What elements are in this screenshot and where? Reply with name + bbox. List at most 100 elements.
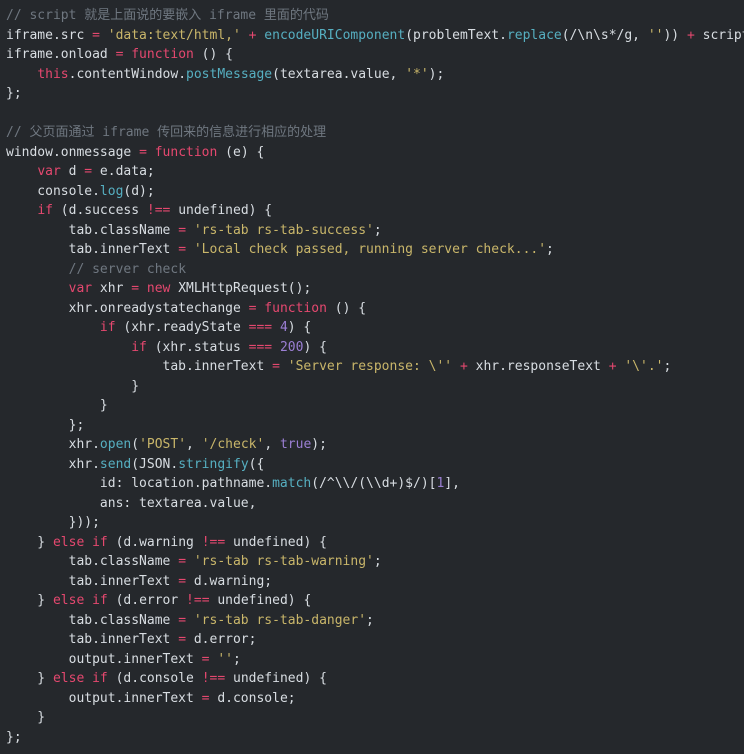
- code-token-pln: e.data;: [92, 164, 155, 179]
- code-token-pln: tab.className: [6, 612, 179, 628]
- code-line[interactable]: console.log(d);: [6, 182, 744, 202]
- code-token-pln: ,: [186, 437, 202, 452]
- code-line[interactable]: iframe.src = 'data:text/html,' + encodeU…: [6, 26, 744, 46]
- code-token-pln: [6, 67, 37, 82]
- code-token-fn: replace: [506, 27, 562, 43]
- code-token-op: =: [139, 144, 147, 160]
- code-token-str: '': [647, 27, 664, 43]
- code-token-pln: [6, 262, 69, 277]
- code-token-pln: (/\n\s*/g,: [561, 27, 648, 43]
- code-token-pln: ans: textarea.value,: [6, 495, 257, 511]
- code-token-fn: log: [99, 183, 124, 199]
- code-line[interactable]: };: [6, 728, 744, 748]
- code-token-fn: postMessage: [186, 66, 273, 82]
- code-line[interactable]: if (d.success !== undefined) {: [6, 201, 744, 221]
- code-line[interactable]: // 父页面通过 iframe 传回来的信息进行相应的处理: [6, 123, 744, 143]
- code-token-kw: if: [37, 203, 53, 218]
- code-line[interactable]: output.innerText = '';: [6, 650, 744, 670]
- code-token-cmt: // 父页面通过 iframe 传回来的信息进行相应的处理: [6, 125, 327, 140]
- code-token-pln: output.innerText: [6, 651, 202, 667]
- code-token-fn: open: [99, 437, 132, 452]
- code-token-pln: (xhr.status: [146, 339, 249, 355]
- code-line[interactable]: }: [6, 396, 744, 416]
- code-token-pln: undefined) {: [209, 593, 312, 608]
- code-line[interactable]: [6, 104, 744, 124]
- code-token-pln: undefined) {: [225, 534, 327, 550]
- code-token-kw: else: [52, 671, 85, 686]
- code-token-op: !==: [201, 534, 226, 550]
- code-token-pln: (: [131, 437, 140, 452]
- code-token-op: ===: [248, 339, 273, 355]
- code-token-pln: tab.innerText: [6, 573, 179, 589]
- code-token-pln: }: [6, 710, 46, 725]
- code-token-pln: };: [6, 417, 85, 433]
- code-line[interactable]: } else if (d.warning !== undefined) {: [6, 533, 744, 553]
- code-token-pln: xhr.responseText: [467, 359, 609, 374]
- code-token-pln: tab.innerText: [6, 359, 273, 374]
- code-line[interactable]: tab.className = 'rs-tab rs-tab-success';: [6, 221, 744, 241]
- code-token-kw: if: [99, 320, 116, 335]
- code-line[interactable]: window.onmessage = function (e) {: [6, 143, 744, 163]
- code-token-pln: (d.error: [107, 593, 187, 608]
- code-line[interactable]: } else if (d.error !== undefined) {: [6, 591, 744, 611]
- code-token-pln: (d.console: [107, 671, 202, 686]
- code-line[interactable]: }: [6, 377, 744, 397]
- code-editor-viewport[interactable]: // script 就是上面说的要嵌入 iframe 里面的代码 iframe.s…: [0, 0, 744, 747]
- code-line[interactable]: output.innerText = d.console;: [6, 689, 744, 709]
- code-token-pln: id: location.pathname.: [6, 476, 273, 491]
- code-line[interactable]: xhr.onreadystatechange = function () {: [6, 299, 744, 319]
- code-line[interactable]: xhr.open('POST', '/check', true);: [6, 435, 744, 455]
- code-token-num: 4: [279, 320, 288, 335]
- code-token-pln: (textarea.value,: [272, 66, 406, 82]
- code-line[interactable]: // server check: [6, 260, 744, 280]
- code-token-cmt: // script 就是上面说的要嵌入 iframe 里面的代码: [6, 8, 329, 23]
- code-token-op: +: [686, 27, 695, 43]
- code-line[interactable]: // script 就是上面说的要嵌入 iframe 里面的代码: [6, 6, 744, 26]
- code-token-kw: function: [131, 47, 194, 62]
- code-token-pln: () {: [193, 47, 233, 62]
- code-token-kw: function: [264, 300, 327, 316]
- code-token-pln: [272, 320, 280, 335]
- code-token-pln: };: [6, 86, 22, 101]
- code-token-pln: (e) {: [217, 144, 265, 160]
- code-token-op: !==: [201, 671, 226, 686]
- code-token-pln: };: [6, 729, 22, 745]
- code-line[interactable]: tab.className = 'rs-tab rs-tab-danger';: [6, 611, 744, 631]
- code-line[interactable]: ans: textarea.value,: [6, 494, 744, 514]
- code-line[interactable]: tab.innerText = d.error;: [6, 630, 744, 650]
- code-line[interactable]: iframe.onload = function () {: [6, 45, 744, 65]
- code-token-pln: [6, 164, 37, 179]
- code-line[interactable]: id: location.pathname.match(/^\\/(\\d+)$…: [6, 474, 744, 494]
- code-token-pln: }));: [6, 515, 100, 530]
- code-line[interactable]: if (xhr.readyState === 4) {: [6, 318, 744, 338]
- code-line[interactable]: tab.innerText = d.warning;: [6, 572, 744, 592]
- code-token-pln: d: [60, 164, 85, 179]
- code-line[interactable]: };: [6, 416, 744, 436]
- code-line[interactable]: } else if (d.console !== undefined) {: [6, 669, 744, 689]
- code-line[interactable]: tab.className = 'rs-tab rs-tab-warning';: [6, 552, 744, 572]
- code-line[interactable]: var d = e.data;: [6, 162, 744, 182]
- code-token-pln: )): [663, 27, 687, 43]
- code-token-pln: tab.className: [6, 554, 179, 569]
- code-token-cmt: // server check: [68, 261, 187, 277]
- code-line[interactable]: if (xhr.status === 200) {: [6, 338, 744, 358]
- code-token-num: 200: [279, 339, 304, 355]
- code-line[interactable]: };: [6, 84, 744, 104]
- code-token-pln: ) {: [287, 320, 312, 335]
- code-token-fn: send: [99, 456, 132, 472]
- code-line[interactable]: xhr.send(JSON.stringify({: [6, 455, 744, 475]
- code-line[interactable]: }: [6, 708, 744, 728]
- code-line[interactable]: }));: [6, 513, 744, 533]
- code-token-pln: }: [6, 671, 53, 686]
- code-token-op: =: [131, 281, 140, 296]
- code-line[interactable]: tab.innerText = 'Local check passed, run…: [6, 240, 744, 260]
- code-token-pln: xhr.: [6, 456, 100, 472]
- code-token-pln: undefined) {: [225, 671, 327, 686]
- code-token-str: 'data:text/html,': [107, 27, 241, 43]
- code-token-pln: [6, 340, 131, 355]
- code-line[interactable]: this.contentWindow.postMessage(textarea.…: [6, 65, 744, 85]
- code-token-kw: else: [52, 534, 85, 550]
- code-line[interactable]: var xhr = new XMLHttpRequest();: [6, 279, 744, 299]
- code-token-pln: (xhr.readyState: [115, 320, 249, 335]
- code-line[interactable]: tab.innerText = 'Server response: \'' + …: [6, 357, 744, 377]
